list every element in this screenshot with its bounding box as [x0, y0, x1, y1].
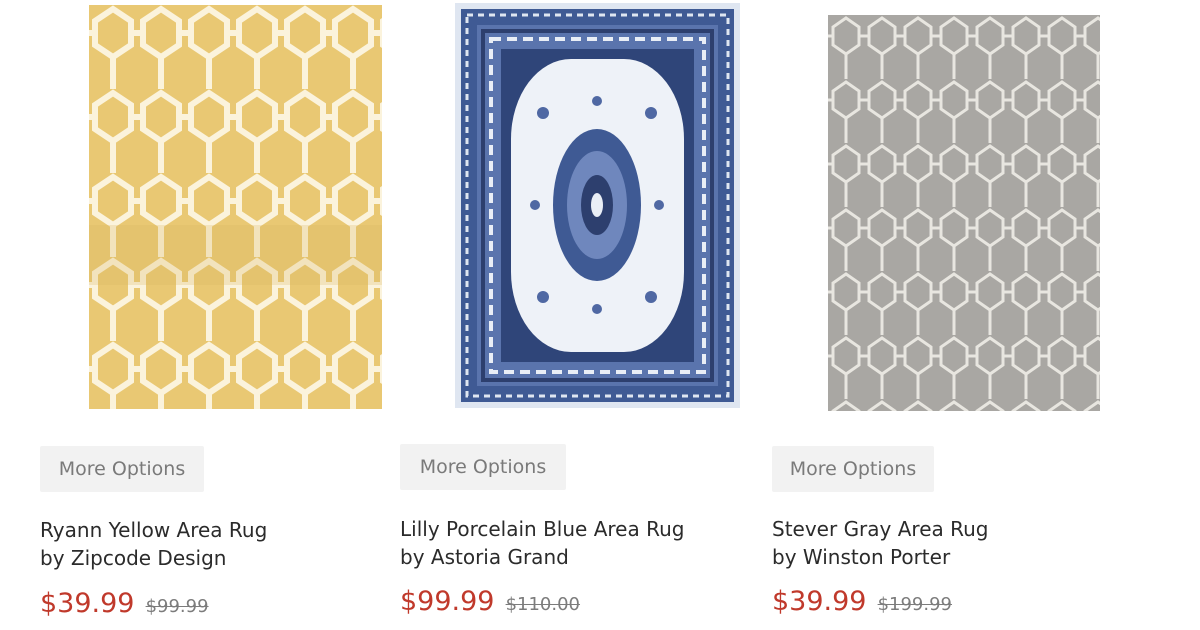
- product-title[interactable]: Ryann Yellow Area Rug by Zipcode Design: [40, 516, 267, 572]
- product-brand: by Winston Porter: [772, 545, 951, 569]
- product-name[interactable]: Ryann Yellow Area Rug: [40, 516, 267, 544]
- price-block: $39.99 $199.99: [772, 586, 952, 617]
- sale-price: $99.99: [400, 586, 495, 617]
- product-image-yellow-rug[interactable]: [89, 5, 382, 409]
- price-block: $99.99 $110.00: [400, 586, 580, 617]
- original-price: $199.99: [877, 594, 953, 615]
- price-block: $39.99 $99.99: [40, 588, 209, 619]
- original-price: $110.00: [505, 594, 581, 615]
- product-title[interactable]: Lilly Porcelain Blue Area Rug by Astoria…: [400, 515, 684, 571]
- product-name[interactable]: Lilly Porcelain Blue Area Rug: [400, 515, 684, 543]
- more-options-button[interactable]: More Options: [40, 446, 204, 492]
- sale-price: $39.99: [40, 588, 135, 619]
- product-image-blue-rug[interactable]: [455, 3, 740, 408]
- original-price: $99.99: [145, 596, 209, 617]
- more-options-button[interactable]: More Options: [400, 444, 566, 490]
- product-brand: by Astoria Grand: [400, 545, 569, 569]
- sale-price: $39.99: [772, 586, 867, 617]
- product-image-gray-rug[interactable]: [828, 15, 1100, 411]
- product-title[interactable]: Stever Gray Area Rug by Winston Porter: [772, 515, 988, 571]
- product-name[interactable]: Stever Gray Area Rug: [772, 515, 988, 543]
- more-options-button[interactable]: More Options: [772, 446, 934, 492]
- product-brand: by Zipcode Design: [40, 546, 227, 570]
